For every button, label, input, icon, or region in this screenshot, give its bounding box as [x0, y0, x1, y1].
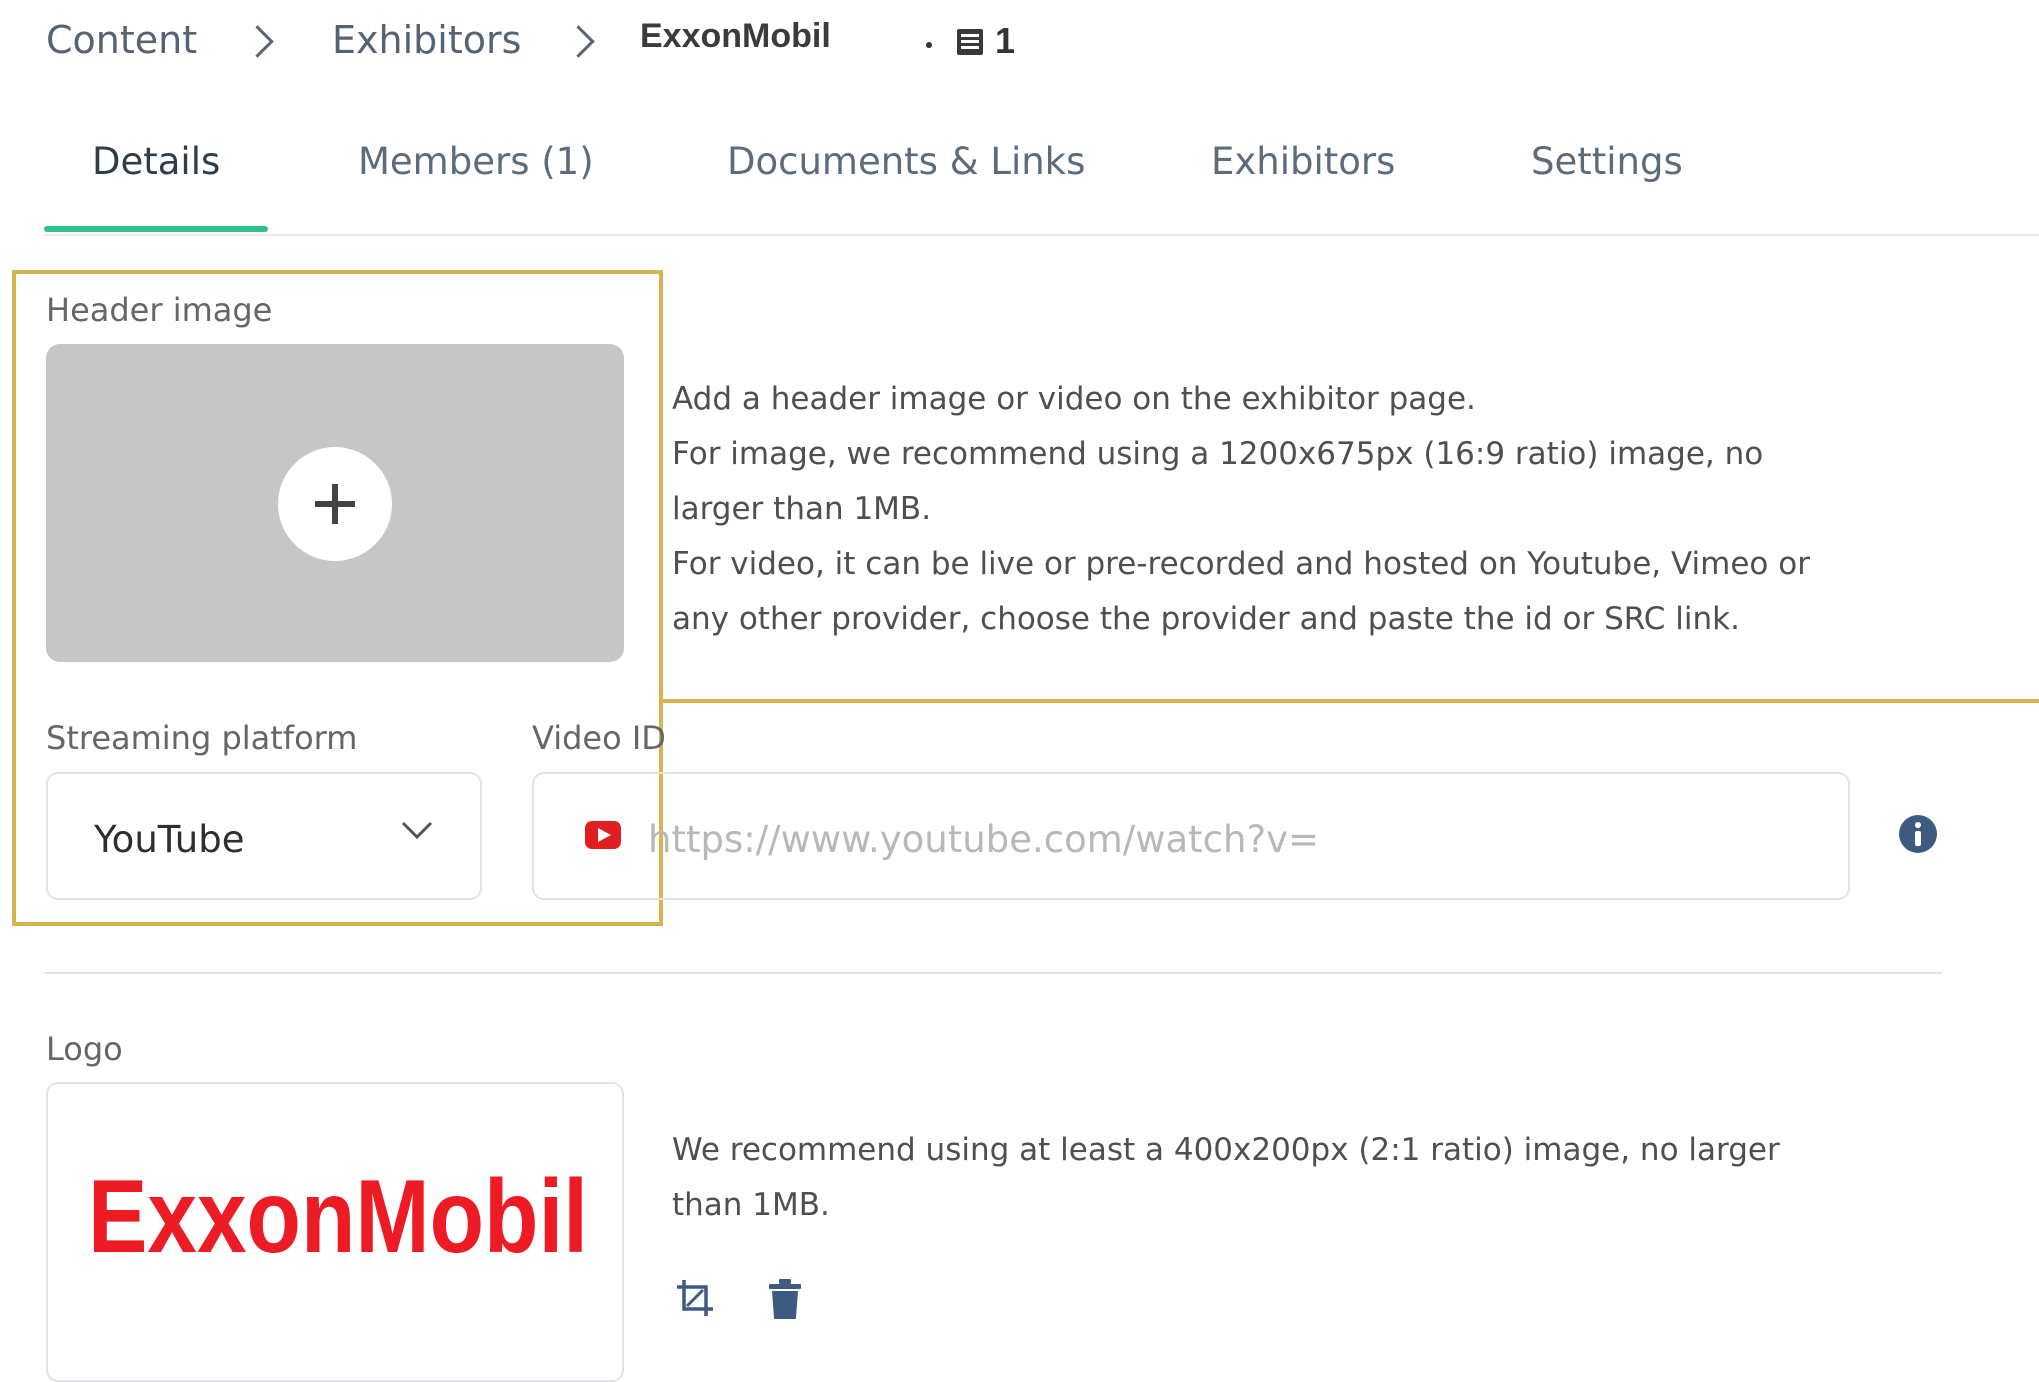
document-count: 1: [995, 20, 1016, 61]
info-icon[interactable]: [1898, 814, 1938, 854]
logo-help: We recommend using at least a 400x200px …: [672, 1123, 1780, 1233]
trash-icon[interactable]: [767, 1278, 803, 1320]
help-line: than 1MB.: [672, 1187, 830, 1223]
header-image-help: Add a header image or video on the exhib…: [672, 372, 1810, 647]
logo-text: ExxonMobil: [88, 1160, 588, 1275]
help-line: We recommend using at least a 400x200px …: [672, 1132, 1780, 1168]
exxonmobil-logo: ExxonMobil: [88, 1160, 588, 1275]
logo-label: Logo: [46, 1030, 123, 1068]
separator-dot: [926, 42, 932, 48]
document-icon: [957, 29, 983, 55]
streaming-platform-label: Streaming platform: [46, 719, 358, 757]
help-line: any other provider, choose the provider …: [672, 601, 1740, 637]
video-id-placeholder: https://www.youtube.com/watch?v=: [648, 818, 1319, 861]
tab-members[interactable]: Members (1): [358, 140, 594, 183]
tab-documents-links[interactable]: Documents & Links: [727, 140, 1085, 183]
video-id-label: Video ID: [532, 719, 666, 757]
chevron-right-icon: [562, 25, 595, 58]
active-tab-indicator: [44, 226, 268, 232]
header-image-label: Header image: [46, 291, 273, 329]
streaming-platform-value: YouTube: [94, 818, 245, 861]
breadcrumb-content-link[interactable]: Content: [46, 18, 197, 62]
breadcrumb-exhibitors-link[interactable]: Exhibitors: [332, 18, 521, 62]
breadcrumb-current: ExxonMobil: [640, 17, 831, 55]
help-line: For video, it can be live or pre-recorde…: [672, 546, 1810, 582]
crop-icon[interactable]: [675, 1278, 715, 1318]
plus-icon: [315, 484, 355, 524]
tabs-divider: [44, 234, 2039, 236]
chevron-down-icon: [401, 821, 433, 840]
add-header-image-button[interactable]: [278, 447, 392, 561]
youtube-icon: [585, 821, 621, 849]
help-line: larger than 1MB.: [672, 491, 932, 527]
tab-exhibitors[interactable]: Exhibitors: [1211, 140, 1395, 183]
tab-details[interactable]: Details: [92, 140, 220, 183]
section-divider: [44, 972, 1942, 974]
chevron-right-icon: [241, 25, 274, 58]
help-line: Add a header image or video on the exhib…: [672, 381, 1476, 417]
tab-settings[interactable]: Settings: [1531, 140, 1683, 183]
help-line: For image, we recommend using a 1200x675…: [672, 436, 1764, 472]
